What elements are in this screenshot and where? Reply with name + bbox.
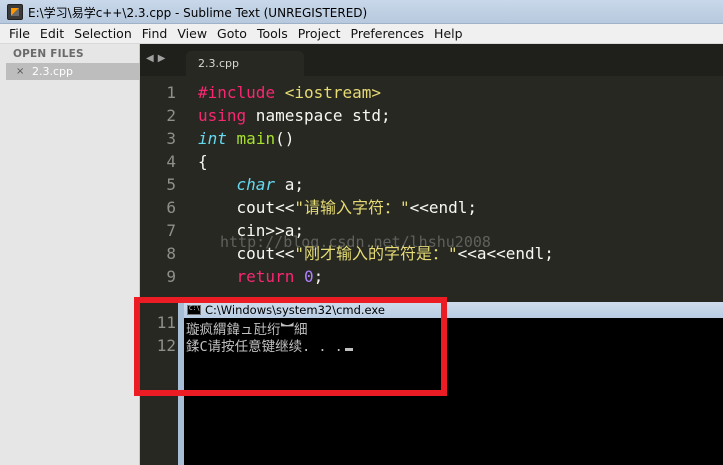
cmd-output-line: 鍒C请按任意键继续. . . bbox=[186, 339, 353, 356]
code-content[interactable]: #include <iostream> using namespace std;… bbox=[198, 81, 554, 288]
sidebar-file-label: 2.3.cpp bbox=[32, 65, 74, 78]
menu-bar: File Edit Selection Find View Goto Tools… bbox=[0, 24, 723, 44]
code-token: include bbox=[207, 83, 276, 102]
code-line: using namespace std; bbox=[198, 104, 554, 127]
code-token: using bbox=[198, 106, 247, 125]
line-number: 11 bbox=[156, 313, 176, 332]
cursor-icon bbox=[344, 348, 353, 351]
line-number: 4 bbox=[166, 152, 176, 171]
line-number: 8 bbox=[166, 244, 176, 263]
tab-nav-arrows-icon[interactable]: ◀▶ bbox=[146, 53, 169, 64]
code-line: char a; bbox=[198, 173, 554, 196]
sublime-app-icon bbox=[7, 4, 23, 20]
menu-project[interactable]: Project bbox=[293, 26, 346, 41]
code-line: cout<<"请输入字符："<<endl; bbox=[198, 196, 554, 219]
menu-edit[interactable]: Edit bbox=[35, 26, 69, 41]
sidebar: OPEN FILES × 2.3.cpp bbox=[0, 44, 140, 465]
code-line: #include <iostream> bbox=[198, 81, 554, 104]
menu-selection[interactable]: Selection bbox=[69, 26, 137, 41]
line-number: 7 bbox=[166, 221, 176, 240]
code-line: { bbox=[198, 150, 554, 173]
cmd-output-text: 鍒C请按任意键继续. . . bbox=[186, 339, 343, 355]
tab-bar: ◀▶ 2.3.cpp bbox=[140, 44, 723, 76]
code-token: a; bbox=[275, 175, 304, 194]
menu-goto[interactable]: Goto bbox=[212, 26, 252, 41]
cmd-icon bbox=[187, 305, 201, 315]
cmd-title: C:\Windows\system32\cmd.exe bbox=[205, 303, 385, 317]
menu-view[interactable]: View bbox=[172, 26, 212, 41]
title-bar: E:\学习\易学c++\2.3.cpp - Sublime Text (UNRE… bbox=[0, 0, 723, 24]
code-token: return bbox=[236, 267, 295, 286]
line-number: 6 bbox=[166, 198, 176, 217]
menu-find[interactable]: Find bbox=[137, 26, 173, 41]
code-token: 0 bbox=[303, 267, 314, 286]
tab-2-3-cpp[interactable]: 2.3.cpp bbox=[186, 51, 304, 76]
line-number: 9 bbox=[166, 267, 176, 286]
cmd-output-line: 璇疯緭鍏ュ瓧绗︼細 bbox=[186, 322, 308, 338]
window-title: E:\学习\易学c++\2.3.cpp - Sublime Text (UNRE… bbox=[28, 6, 368, 20]
cmd-output: 璇疯緭鍏ュ瓧绗︼細 鍒C请按任意键继续. . . bbox=[186, 322, 353, 356]
menu-file[interactable]: File bbox=[4, 26, 35, 41]
blog-watermark: http://blog.csdn.net/lhshu2008 bbox=[220, 233, 491, 251]
line-number: 12 bbox=[156, 336, 176, 355]
code-token: main bbox=[236, 129, 276, 148]
line-number: 5 bbox=[166, 175, 176, 194]
line-number-gutter: 1 2 3 4 5 6 7 8 9 11 12 bbox=[140, 81, 180, 357]
code-token: "请输入字符：" bbox=[294, 198, 410, 217]
menu-tools[interactable]: Tools bbox=[252, 26, 293, 41]
line-number: 2 bbox=[166, 106, 176, 125]
tab-label: 2.3.cpp bbox=[198, 57, 240, 70]
code-token: { bbox=[198, 152, 208, 171]
line-number: 3 bbox=[166, 129, 176, 148]
code-token: <<endl; bbox=[409, 198, 478, 217]
code-token: # bbox=[198, 83, 208, 102]
code-token: ; bbox=[313, 267, 324, 286]
open-files-header: OPEN FILES bbox=[13, 48, 84, 60]
code-token: char bbox=[236, 175, 276, 194]
code-token: cout<< bbox=[236, 198, 295, 217]
menu-help[interactable]: Help bbox=[429, 26, 468, 41]
code-token: namespace std; bbox=[246, 106, 391, 125]
cmd-window[interactable]: C:\Windows\system32\cmd.exe 璇疯緭鍏ュ瓧绗︼細 鍒C… bbox=[178, 302, 723, 465]
code-line: int main() bbox=[198, 127, 554, 150]
code-token: <iostream> bbox=[284, 83, 382, 102]
code-token: int bbox=[198, 129, 227, 148]
line-number: 1 bbox=[166, 83, 176, 102]
code-line: return 0; bbox=[198, 265, 554, 288]
sidebar-file-item[interactable]: × 2.3.cpp bbox=[6, 63, 140, 80]
close-icon[interactable]: × bbox=[16, 66, 26, 77]
menu-preferences[interactable]: Preferences bbox=[346, 26, 430, 41]
cmd-title-bar[interactable]: C:\Windows\system32\cmd.exe bbox=[184, 302, 723, 318]
code-token: () bbox=[275, 129, 295, 148]
